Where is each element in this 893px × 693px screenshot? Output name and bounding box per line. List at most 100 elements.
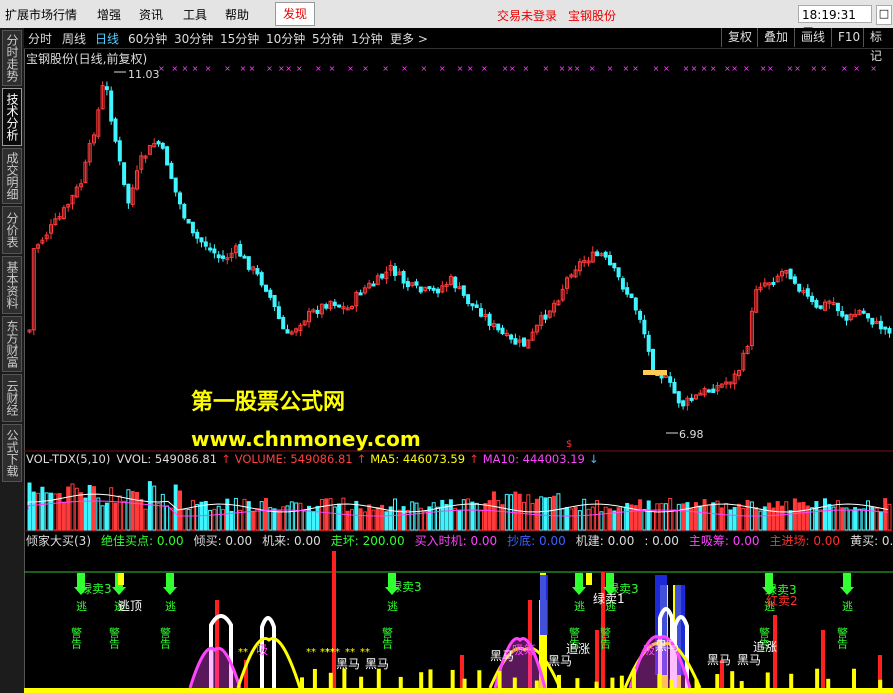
indicator-value: : 0.00 — [644, 534, 679, 548]
top-signal-mark: × — [542, 64, 549, 73]
candle — [509, 334, 514, 340]
candle — [405, 281, 410, 288]
volume-bar — [242, 498, 247, 531]
stock-chart[interactable]: × × × × × × × × × × × × × × × × × × × × × × × × × × × × × × × × × × × × × × × ×… — [0, 0, 893, 693]
candle — [681, 400, 686, 407]
volume-bar — [79, 492, 84, 531]
volume-bar — [444, 504, 449, 531]
candle — [659, 374, 664, 379]
candle — [173, 177, 178, 193]
top-signal-mark: × — [632, 64, 639, 73]
signal-label: 黑马 — [336, 657, 361, 671]
volume-bar — [315, 505, 320, 531]
volume-bar — [328, 498, 333, 531]
candle — [190, 221, 195, 234]
candle — [371, 283, 376, 287]
signal-tick-yellow — [534, 680, 539, 688]
candle — [689, 397, 694, 401]
volume-bar — [70, 483, 75, 531]
volume-bar — [61, 501, 66, 531]
volume-bar — [741, 508, 746, 531]
indicator-value: ↑ — [469, 452, 479, 466]
indicator-value: 机来: 0.00 — [262, 534, 321, 548]
candle — [706, 389, 711, 393]
volume-bar — [31, 491, 36, 531]
candle — [169, 162, 174, 179]
escape-label: 逃 — [574, 600, 585, 613]
signal-tick-yellow — [619, 675, 624, 688]
volume-bar — [264, 498, 268, 531]
signal-label: 吸 — [643, 643, 656, 657]
volume-bar — [160, 493, 165, 531]
candle — [861, 310, 866, 314]
volume-bar — [66, 486, 71, 531]
volume-bar — [685, 502, 690, 531]
indicator-value: 绝佳买点: 0.00 — [101, 534, 184, 548]
indicator-value: ↑ — [221, 452, 231, 466]
volume-bar — [792, 498, 797, 531]
signal-tick-yellow — [359, 676, 364, 688]
candle — [470, 303, 475, 307]
candle — [242, 255, 247, 259]
indicator-value: MA5: 446073.59 — [370, 452, 466, 466]
candle — [431, 287, 436, 291]
candle — [835, 302, 840, 312]
indicator-value: VVOL: 549086.81 — [116, 452, 218, 466]
sell-signal-bar — [843, 573, 851, 587]
volume-bar — [883, 498, 888, 531]
candle — [160, 142, 165, 149]
top-signal-mark: × — [329, 64, 336, 73]
volume-bar — [49, 492, 53, 531]
volume-bar — [754, 506, 759, 531]
volume-bar — [302, 510, 307, 531]
volume-bar — [655, 503, 660, 531]
top-signal-mark: × — [171, 64, 178, 73]
candle — [156, 141, 161, 145]
volume-bar — [784, 501, 789, 531]
candle — [642, 319, 647, 335]
volume-bar — [440, 499, 445, 531]
volume-bar — [801, 501, 806, 531]
candle — [427, 286, 432, 290]
volume-bar — [638, 499, 643, 531]
volume-bar — [126, 489, 131, 531]
sell-signal-arrow — [163, 587, 177, 595]
top-signal-mark: × — [794, 64, 801, 73]
volume-bar — [470, 501, 475, 531]
candle — [246, 256, 251, 270]
volume-bar — [878, 511, 883, 531]
volume-bar — [358, 508, 363, 531]
top-signal-mark: × — [743, 64, 750, 73]
candle — [844, 314, 849, 321]
top-signal-mark: × — [224, 64, 231, 73]
volume-bar — [728, 509, 733, 531]
top-signal-mark: × — [240, 64, 247, 73]
volume-bar — [848, 509, 853, 531]
indicator-header: 倾家大买(3) 绝佳买点: 0.00 倾买: 0.00 机来: 0.00 走坏: 200… — [26, 532, 893, 549]
volume-bar — [186, 508, 191, 531]
candle — [414, 281, 419, 286]
top-signal-mark: × — [607, 64, 614, 73]
candle — [866, 313, 870, 319]
candle — [315, 309, 320, 314]
top-signal-mark: × — [522, 64, 529, 73]
top-signal-mark: × — [315, 64, 322, 73]
signal-tick-yellow — [730, 671, 735, 688]
volume-bar — [672, 509, 677, 531]
high-price-label: 11.03 — [128, 68, 160, 81]
candle — [840, 311, 845, 317]
indicator-value: 主进场: 0.00 — [769, 534, 841, 548]
signal-label: 黑马 — [655, 639, 680, 653]
candle — [203, 241, 208, 247]
top-signal-mark: × — [266, 64, 273, 73]
candle — [461, 285, 466, 296]
volume-bar — [861, 508, 866, 531]
volume-bar — [586, 508, 591, 531]
volume-bar — [732, 506, 737, 531]
volume-bar — [152, 485, 157, 531]
volume-bar — [178, 490, 182, 531]
candle — [436, 288, 440, 294]
signal-tick-yellow — [739, 681, 744, 688]
signal-column-blue — [540, 575, 548, 635]
candle — [711, 388, 716, 393]
